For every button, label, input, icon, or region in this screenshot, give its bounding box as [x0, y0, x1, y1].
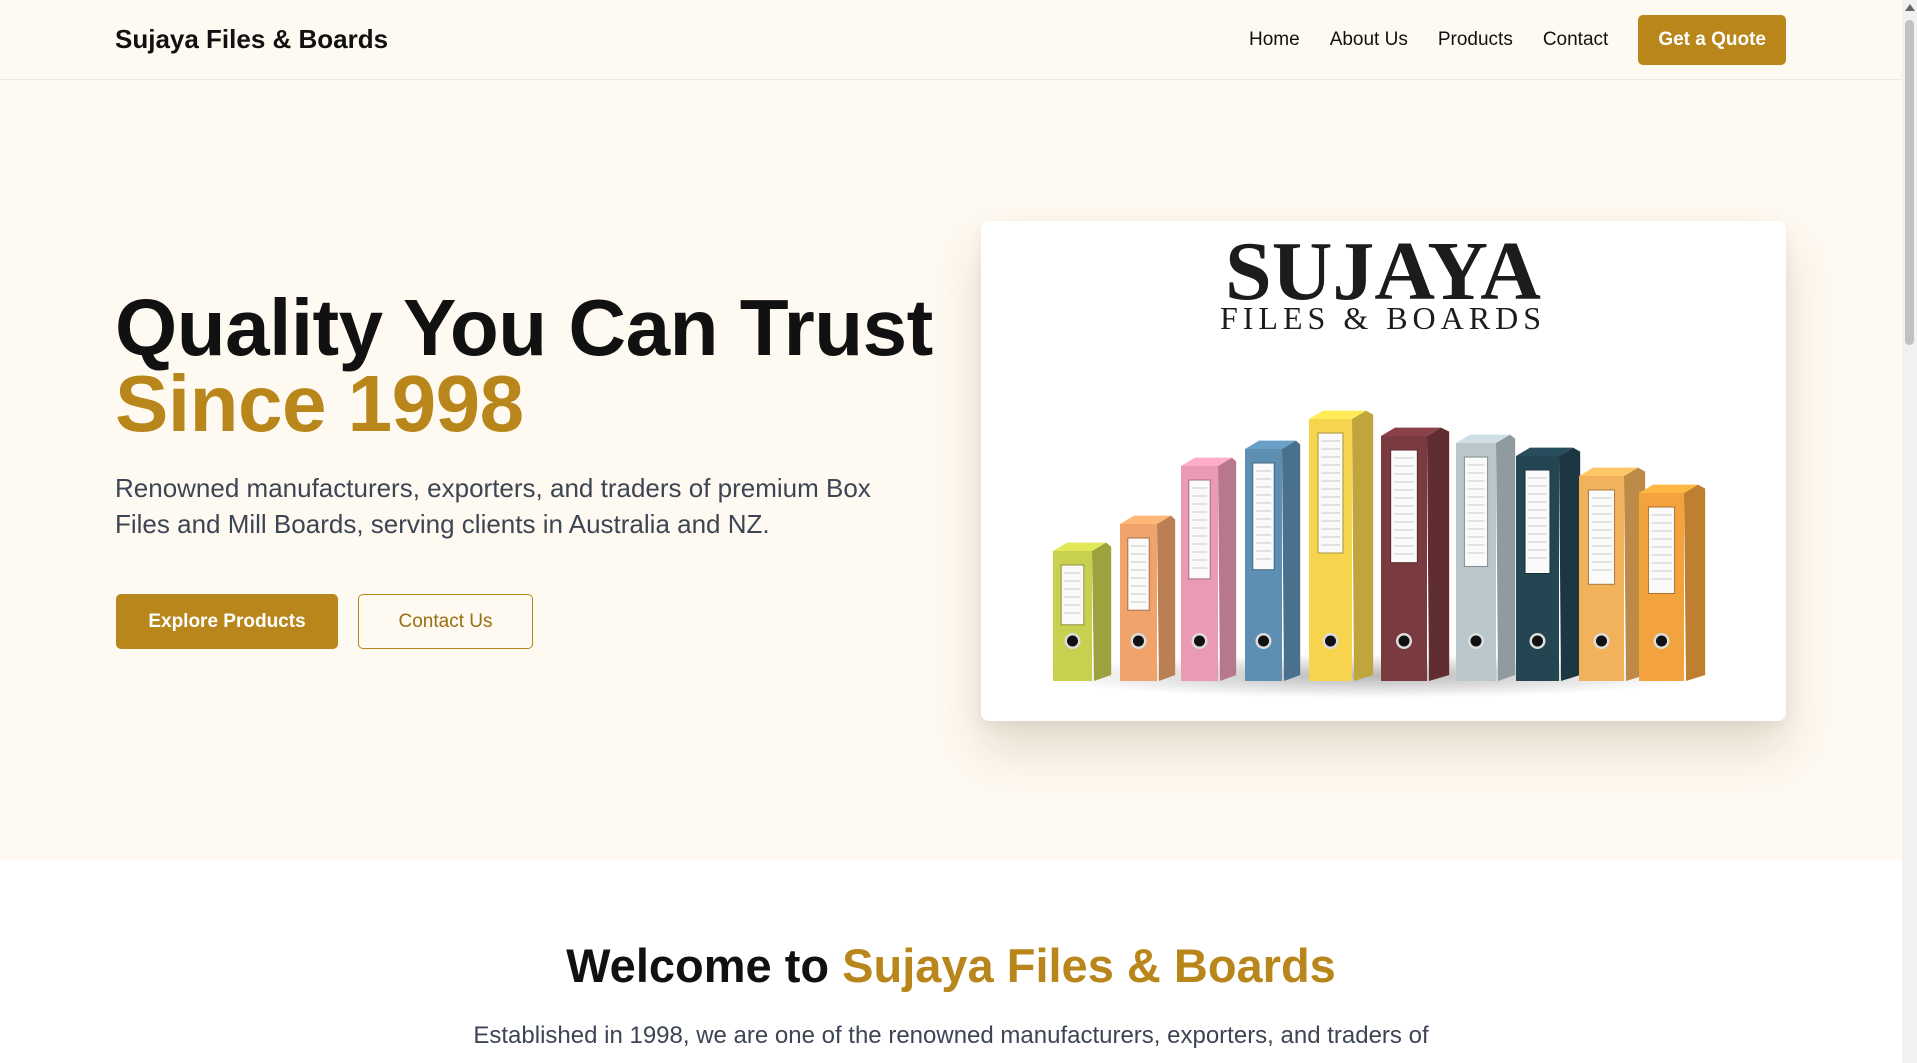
file-ring-hole-inner [1067, 635, 1078, 647]
file-ring-hole-inner [1258, 635, 1269, 647]
file-side-face [1684, 484, 1706, 681]
hero-title: Quality You Can Trust Since 1998 [115, 288, 933, 448]
hero-title-highlight: Since 1998 [115, 359, 524, 448]
scroll-thumb[interactable] [1905, 20, 1914, 345]
file-side-face [1282, 440, 1301, 681]
file-side-face [1092, 542, 1112, 681]
hero-section: Quality You Can Trust Since 1998 Renowne… [0, 80, 1902, 860]
nav-home[interactable]: Home [1249, 29, 1300, 51]
get-quote-button[interactable]: Get a Quote [1638, 15, 1786, 65]
welcome-title-prefix: Welcome to [566, 939, 843, 992]
hero-image-card: SUJAYA FILES & BOARDS [981, 221, 1786, 721]
nav-contact[interactable]: Contact [1543, 29, 1608, 51]
nav-about-us[interactable]: About Us [1330, 29, 1408, 51]
nav-products[interactable]: Products [1438, 29, 1513, 51]
logo-subtitle: FILES & BOARDS [1220, 300, 1546, 336]
site-header: Sujaya Files & Boards Home About Us Prod… [0, 0, 1902, 80]
file-side-face [1559, 447, 1581, 681]
file-side-face [1496, 434, 1516, 681]
file-side-face [1218, 457, 1237, 681]
file-side-face [1427, 427, 1450, 681]
file-label [1127, 537, 1150, 611]
file-ring-hole-inner [1532, 635, 1543, 647]
file-ring-hole-inner [1398, 635, 1410, 647]
welcome-text: Established in 1998, we are one of the r… [473, 1022, 1429, 1049]
brand-logo-text[interactable]: Sujaya Files & Boards [115, 24, 388, 55]
file-label [1060, 564, 1085, 626]
welcome-section: Welcome to Sujaya Files & Boards Establi… [0, 860, 1902, 1063]
file-ring-hole-inner [1194, 635, 1205, 647]
file-ring-hole-inner [1325, 635, 1336, 647]
hero-description: Renowned manufacturers, exporters, and t… [115, 473, 871, 539]
file-side-face [1352, 410, 1374, 681]
file-group [1053, 410, 1706, 681]
box-files-illustration: SUJAYA FILES & BOARDS [1041, 225, 1706, 698]
file-label [1647, 506, 1676, 594]
file-ring-hole-inner [1596, 635, 1607, 647]
file-ring-hole-inner [1656, 635, 1667, 647]
page-scrollbar[interactable] [1902, 0, 1917, 1063]
file-ring-hole-inner [1133, 635, 1144, 647]
welcome-title: Welcome to Sujaya Files & Boards [0, 938, 1902, 993]
file-ring-hole-inner [1470, 635, 1482, 647]
main-nav: Home About Us Products Contact Get a Quo… [1249, 15, 1786, 65]
explore-products-button[interactable]: Explore Products [116, 594, 338, 649]
contact-us-button[interactable]: Contact Us [358, 594, 533, 649]
file-label [1317, 432, 1344, 554]
page: Sujaya Files & Boards Home About Us Prod… [0, 0, 1902, 1063]
welcome-title-highlight: Sujaya Files & Boards [842, 939, 1336, 992]
file-label [1188, 479, 1211, 580]
file-side-face [1157, 515, 1176, 681]
scroll-up-arrow-icon[interactable] [1905, 4, 1915, 11]
